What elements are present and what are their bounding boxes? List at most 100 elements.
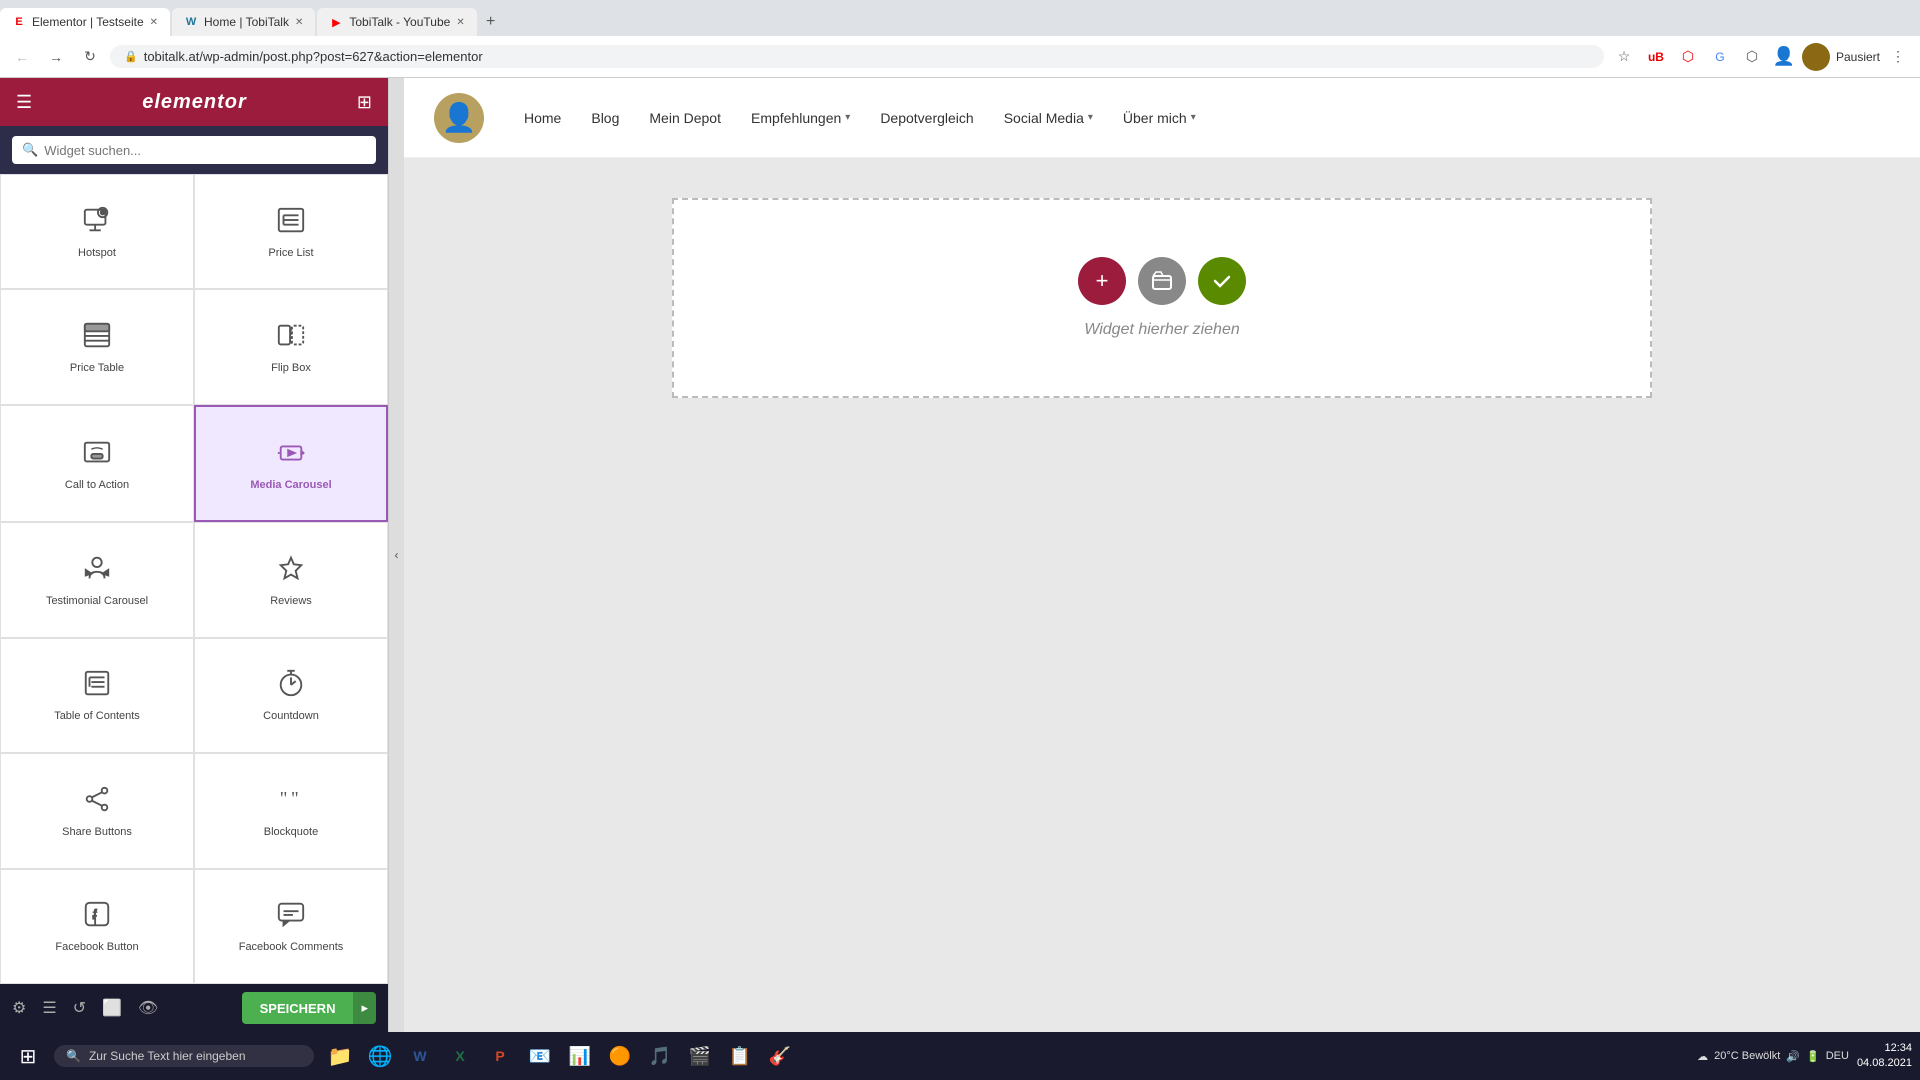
new-tab-button[interactable]: + <box>477 8 505 36</box>
widget-price-table[interactable]: Price Table <box>0 289 194 404</box>
browser-tab-tobitalk[interactable]: W Home | TobiTalk ✕ <box>172 8 315 36</box>
back-button[interactable]: ← <box>8 43 36 71</box>
bookmark-icon[interactable]: ☆ <box>1610 43 1638 71</box>
save-group: SPEICHERN ▸ <box>242 992 376 1024</box>
confirm-button[interactable] <box>1198 257 1246 305</box>
search-input[interactable] <box>44 143 366 158</box>
lastpass-icon[interactable]: ⬡ <box>1674 43 1702 71</box>
widget-price-list[interactable]: Price List <box>194 174 388 289</box>
taskbar-search[interactable]: 🔍 Zur Suche Text hier eingeben <box>54 1045 314 1067</box>
taskbar-app7[interactable]: 🟠 <box>602 1038 638 1074</box>
history-icon[interactable]: ↺ <box>73 998 86 1018</box>
taskbar-app5[interactable]: 📧 <box>522 1038 558 1074</box>
extensions-icon[interactable]: ⬡ <box>1738 43 1766 71</box>
taskbar-app9[interactable]: 🎬 <box>682 1038 718 1074</box>
responsive-icon[interactable]: ⬜ <box>102 998 122 1018</box>
nav-mein-depot[interactable]: Mein Depot <box>649 110 721 126</box>
site-logo: 👤 <box>434 93 484 143</box>
widget-facebook-button-label: Facebook Button <box>55 941 138 953</box>
google-translate-icon[interactable]: G <box>1706 43 1734 71</box>
tab-close-tobitalk[interactable]: ✕ <box>295 17 303 28</box>
taskbar-powerpoint[interactable]: P <box>482 1038 518 1074</box>
nav-blog[interactable]: Blog <box>591 110 619 126</box>
taskbar-date: 04.08.2021 <box>1857 1056 1912 1071</box>
blockquote-icon: " " <box>276 784 306 818</box>
widget-share-buttons-label: Share Buttons <box>62 826 132 838</box>
widget-table-of-contents[interactable]: Table of Contents <box>0 638 194 753</box>
pricelist-icon <box>276 205 306 239</box>
widget-countdown[interactable]: Countdown <box>194 638 388 753</box>
widget-media-carousel[interactable]: Media Carousel <box>194 405 388 522</box>
tab-close-elementor[interactable]: ✕ <box>150 17 158 28</box>
tab-title-elementor: Elementor | Testseite <box>32 15 144 29</box>
widget-reviews-label: Reviews <box>270 595 312 607</box>
settings-icon[interactable]: ⚙ <box>12 998 26 1018</box>
taskbar-browser[interactable]: 🌐 <box>362 1038 398 1074</box>
tab-close-youtube[interactable]: ✕ <box>456 17 464 28</box>
sidebar-collapse-handle[interactable]: ‹ <box>388 78 404 1032</box>
widget-blockquote[interactable]: " " Blockquote <box>194 753 388 868</box>
widget-hotspot[interactable]: Hotspot <box>0 174 194 289</box>
tab-title-youtube: TobiTalk - YouTube <box>349 15 450 29</box>
sidebar-header: ☰ elementor ⊞ <box>0 78 388 126</box>
taskbar-app8[interactable]: 🎵 <box>642 1038 678 1074</box>
taskbar-time: 12:34 <box>1857 1041 1912 1056</box>
taskbar-app6[interactable]: 📊 <box>562 1038 598 1074</box>
widget-flip-box[interactable]: Flip Box <box>194 289 388 404</box>
widget-facebook-comments-label: Facebook Comments <box>239 941 344 953</box>
search-input-wrap[interactable]: 🔍 <box>12 136 376 164</box>
sidebar-menu-icon[interactable]: ☰ <box>16 92 32 113</box>
template-button[interactable] <box>1138 257 1186 305</box>
widget-call-to-action[interactable]: Call to Action <box>0 405 194 522</box>
reload-button[interactable]: ↻ <box>76 43 104 71</box>
nav-social-media[interactable]: Social Media ▾ <box>1004 110 1093 126</box>
nav-ueber-mich[interactable]: Über mich ▾ <box>1123 110 1196 126</box>
hotspot-icon <box>82 205 112 239</box>
forward-button[interactable]: → <box>42 43 70 71</box>
nav-depotvergleich[interactable]: Depotvergleich <box>880 110 973 126</box>
start-button[interactable]: ⊞ <box>8 1036 48 1076</box>
countdown-icon <box>276 668 306 702</box>
taskbar-files[interactable]: 📁 <box>322 1038 358 1074</box>
add-widget-button[interactable]: + <box>1078 257 1126 305</box>
lock-icon: 🔒 <box>124 50 138 63</box>
taskbar-app11[interactable]: 🎸 <box>762 1038 798 1074</box>
menu-icon[interactable]: ⋮ <box>1884 43 1912 71</box>
pricetable-icon <box>82 320 112 354</box>
browser-tab-youtube[interactable]: ▶ TobiTalk - YouTube ✕ <box>317 8 476 36</box>
save-button[interactable]: SPEICHERN <box>242 992 354 1024</box>
widget-blockquote-label: Blockquote <box>264 826 318 838</box>
widget-countdown-label: Countdown <box>263 710 319 722</box>
widget-facebook-button[interactable]: f Facebook Button <box>0 869 194 984</box>
widget-media-carousel-label: Media Carousel <box>250 479 331 491</box>
widget-reviews[interactable]: Reviews <box>194 522 388 637</box>
tab-favicon-tobitalk: W <box>184 15 198 29</box>
save-dropdown-button[interactable]: ▸ <box>353 992 376 1024</box>
ublock-icon[interactable]: uB <box>1642 43 1670 71</box>
widgets-grid: Hotspot Price List <box>0 174 388 984</box>
taskbar-word[interactable]: W <box>402 1038 438 1074</box>
sidebar-grid-icon[interactable]: ⊞ <box>357 92 372 113</box>
address-bar[interactable]: 🔒 tobitalk.at/wp-admin/post.php?post=627… <box>110 45 1604 68</box>
nav-home[interactable]: Home <box>524 110 561 126</box>
account-icon[interactable]: 👤 <box>1770 43 1798 71</box>
taskbar-search-icon: 🔍 <box>66 1049 81 1063</box>
sidebar-bottom: ⚙ ☰ ↺ ⬜ 👁 SPEICHERN ▸ <box>0 984 388 1032</box>
windows-icon: ⊞ <box>20 1044 37 1069</box>
widget-testimonial-carousel[interactable]: Testimonial Carousel <box>0 522 194 637</box>
preview-icon[interactable]: 👁 <box>138 998 158 1018</box>
mediacarousel-icon <box>276 437 306 471</box>
canvas-hint: Widget hierher ziehen <box>1084 321 1240 339</box>
calltoaction-icon <box>82 437 112 471</box>
layers-icon[interactable]: ☰ <box>42 998 56 1018</box>
browser-tab-elementor[interactable]: E Elementor | Testseite ✕ <box>0 8 170 36</box>
widget-share-buttons[interactable]: Share Buttons <box>0 753 194 868</box>
profile-button[interactable] <box>1802 43 1830 71</box>
widget-facebook-comments[interactable]: Facebook Comments <box>194 869 388 984</box>
nav-empfehlungen[interactable]: Empfehlungen ▾ <box>751 110 850 126</box>
testimonial-icon <box>82 553 112 587</box>
taskbar-app10[interactable]: 📋 <box>722 1038 758 1074</box>
taskbar: ⊞ 🔍 Zur Suche Text hier eingeben 📁 🌐 W X… <box>0 1032 1920 1080</box>
canvas-area: + Widget hierher ziehen <box>404 158 1920 1032</box>
taskbar-excel[interactable]: X <box>442 1038 478 1074</box>
